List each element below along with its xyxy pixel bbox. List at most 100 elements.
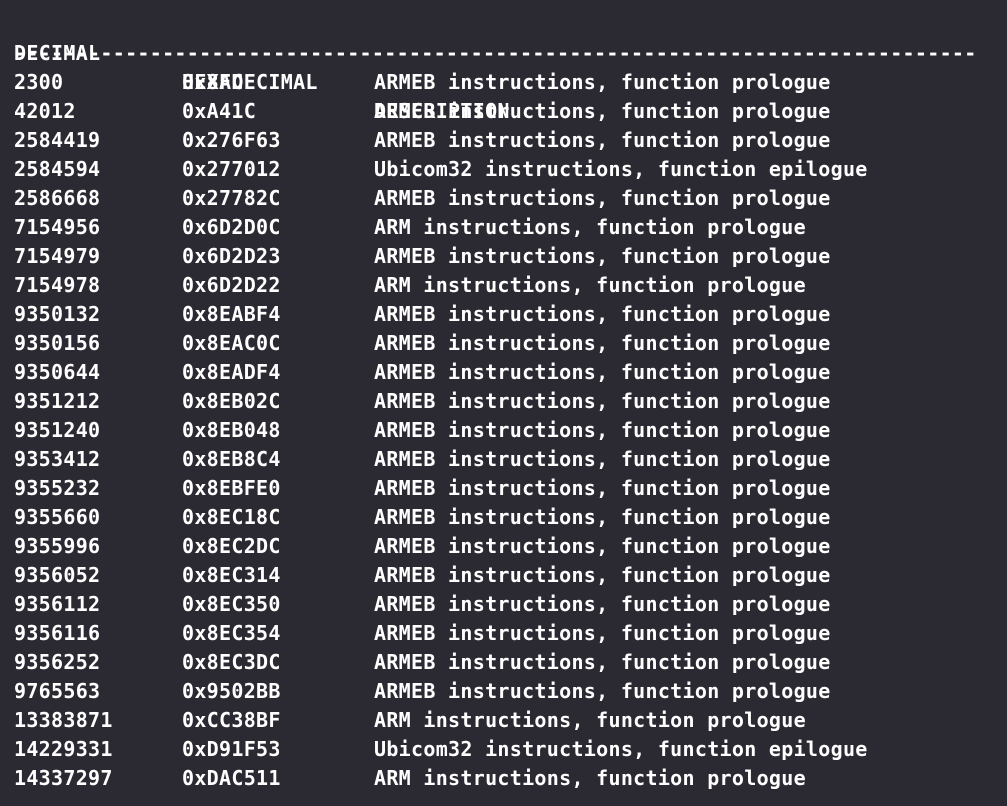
hex-cell: 0x6D2D23 — [182, 244, 281, 268]
hex-cell: 0x277012 — [182, 157, 281, 181]
hex-cell: 0xDAC511 — [182, 766, 281, 790]
description-cell: ARMEB instructions, function prologue — [374, 244, 831, 268]
decimal-cell: 9356252 — [14, 650, 101, 674]
table-row: 14337297 0xDAC511 ARM instructions, functi… — [14, 764, 979, 793]
description-cell: ARMEB instructions, function prologue — [374, 679, 831, 703]
description-cell: ARMEB instructions, function prologue — [374, 70, 831, 94]
table-row: 9351240 0x8EB048 ARMEB instructions, funct… — [14, 416, 979, 445]
hex-cell: 0x8EC2DC — [182, 534, 281, 558]
hex-cell: 0x8EADF4 — [182, 360, 281, 384]
decimal-cell: 9351212 — [14, 389, 101, 413]
table-row: 13383871 0xCC38BF ARM instructions, functi… — [14, 706, 979, 735]
hex-cell: 0x9502BB — [182, 679, 281, 703]
decimal-cell: 7154979 — [14, 244, 101, 268]
decimal-cell: 9353412 — [14, 447, 101, 471]
hex-cell: 0xA41C — [182, 99, 257, 123]
description-cell: ARMEB instructions, function prologue — [374, 534, 831, 558]
hex-cell: 0xD91F53 — [182, 737, 281, 761]
table-row: 9353412 0x8EB8C4 ARMEB instructions, funct… — [14, 445, 979, 474]
table-row: 2584594 0x277012 Ubicom32 instructions, fu… — [14, 155, 979, 184]
result-rows: 2300 0x8FC ARMEB instructions, function pr… — [14, 68, 979, 793]
table-row: 2586668 0x27782C ARMEB instructions, funct… — [14, 184, 979, 213]
table-row: 9356252 0x8EC3DC ARMEB instructions, funct… — [14, 648, 979, 677]
description-cell: ARMEB instructions, function prologue — [374, 563, 831, 587]
table-row: 9765563 0x9502BB ARMEB instructions, funct… — [14, 677, 979, 706]
description-cell: ARMEB instructions, function prologue — [374, 302, 831, 326]
description-cell: ARMEB instructions, function prologue — [374, 418, 831, 442]
description-cell: ARMEB instructions, function prologue — [374, 592, 831, 616]
description-cell: ARMEB instructions, function prologue — [374, 186, 831, 210]
table-row: 14229331 0xD91F53 Ubicom32 instructions, f… — [14, 735, 979, 764]
header-decimal: DECIMAL — [14, 41, 101, 65]
decimal-cell: 9350156 — [14, 331, 101, 355]
decimal-cell: 9350132 — [14, 302, 101, 326]
table-row: 42012 0xA41C ARMEB instructions, function … — [14, 97, 979, 126]
description-cell: ARMEB instructions, function prologue — [374, 621, 831, 645]
table-row: 7154956 0x6D2D0C ARM instructions, functio… — [14, 213, 979, 242]
description-cell: Ubicom32 instructions, function epilogue — [374, 157, 868, 181]
decimal-cell: 9355996 — [14, 534, 101, 558]
hex-cell: 0x8EB8C4 — [182, 447, 281, 471]
table-row: 9355996 0x8EC2DC ARMEB instructions, funct… — [14, 532, 979, 561]
decimal-cell: 2586668 — [14, 186, 101, 210]
terminal-output: DECIMAL HEXADECIMAL DESCRIPTION --------… — [14, 10, 979, 793]
decimal-cell: 14229331 — [14, 737, 113, 761]
description-cell: ARM instructions, function prologue — [374, 215, 806, 239]
table-row: 9355232 0x8EBFE0 ARMEB instructions, funct… — [14, 474, 979, 503]
decimal-cell: 9351240 — [14, 418, 101, 442]
decimal-cell: 9356112 — [14, 592, 101, 616]
hex-cell: 0x8EC350 — [182, 592, 281, 616]
table-row: 9355660 0x8EC18C ARMEB instructions, funct… — [14, 503, 979, 532]
decimal-cell: 9765563 — [14, 679, 101, 703]
description-cell: ARM instructions, function prologue — [374, 273, 806, 297]
table-row: 9350132 0x8EABF4 ARMEB instructions, funct… — [14, 300, 979, 329]
decimal-cell: 42012 — [14, 99, 76, 123]
hex-cell: 0x276F63 — [182, 128, 281, 152]
description-cell: Ubicom32 instructions, function epilogue — [374, 737, 868, 761]
hex-cell: 0x8EC18C — [182, 505, 281, 529]
table-row: 9356052 0x8EC314 ARMEB instructions, funct… — [14, 561, 979, 590]
description-cell: ARMEB instructions, function prologue — [374, 99, 831, 123]
hex-cell: 0x8EABF4 — [182, 302, 281, 326]
decimal-cell: 2584419 — [14, 128, 101, 152]
table-row: 2300 0x8FC ARMEB instructions, function pr… — [14, 68, 979, 97]
hex-cell: 0x8EAC0C — [182, 331, 281, 355]
hex-cell: 0x8EB02C — [182, 389, 281, 413]
decimal-cell: 2300 — [14, 70, 64, 94]
description-cell: ARMEB instructions, function prologue — [374, 360, 831, 384]
table-row: 9350644 0x8EADF4 ARMEB instructions, funct… — [14, 358, 979, 387]
decimal-cell: 13383871 — [14, 708, 113, 732]
description-cell: ARM instructions, function prologue — [374, 766, 806, 790]
table-row: 2584419 0x276F63 ARMEB instructions, funct… — [14, 126, 979, 155]
hex-cell: 0x8EB048 — [182, 418, 281, 442]
hex-cell: 0x6D2D22 — [182, 273, 281, 297]
decimal-cell: 9355232 — [14, 476, 101, 500]
table-row: 9356112 0x8EC350 ARMEB instructions, funct… — [14, 590, 979, 619]
description-cell: ARMEB instructions, function prologue — [374, 476, 831, 500]
hex-cell: 0x8EC354 — [182, 621, 281, 645]
table-row: 7154978 0x6D2D22 ARM instructions, functio… — [14, 271, 979, 300]
table-row: 7154979 0x6D2D23 ARMEB instructions, funct… — [14, 242, 979, 271]
description-cell: ARMEB instructions, function prologue — [374, 447, 831, 471]
hex-cell: 0x8FC — [182, 70, 244, 94]
description-cell: ARMEB instructions, function prologue — [374, 650, 831, 674]
description-cell: ARMEB instructions, function prologue — [374, 128, 831, 152]
table-row: 9356116 0x8EC354 ARMEB instructions, funct… — [14, 619, 979, 648]
table-row: 9350156 0x8EAC0C ARMEB instructions, funct… — [14, 329, 979, 358]
decimal-cell: 9350644 — [14, 360, 101, 384]
decimal-cell: 9356052 — [14, 563, 101, 587]
description-cell: ARMEB instructions, function prologue — [374, 331, 831, 355]
description-cell: ARMEB instructions, function prologue — [374, 389, 831, 413]
hex-cell: 0x8EC3DC — [182, 650, 281, 674]
terminal-window[interactable]: DECIMAL HEXADECIMAL DESCRIPTION --------… — [0, 0, 1007, 806]
hex-cell: 0x6D2D0C — [182, 215, 281, 239]
decimal-cell: 7154956 — [14, 215, 101, 239]
decimal-cell: 9356116 — [14, 621, 101, 645]
hex-cell: 0xCC38BF — [182, 708, 281, 732]
separator-line: ----------------------------------------… — [14, 41, 979, 65]
decimal-cell: 9355660 — [14, 505, 101, 529]
hex-cell: 0x8EBFE0 — [182, 476, 281, 500]
description-cell: ARM instructions, function prologue — [374, 708, 806, 732]
hex-cell: 0x27782C — [182, 186, 281, 210]
header-row: DECIMAL HEXADECIMAL DESCRIPTION — [14, 10, 979, 123]
